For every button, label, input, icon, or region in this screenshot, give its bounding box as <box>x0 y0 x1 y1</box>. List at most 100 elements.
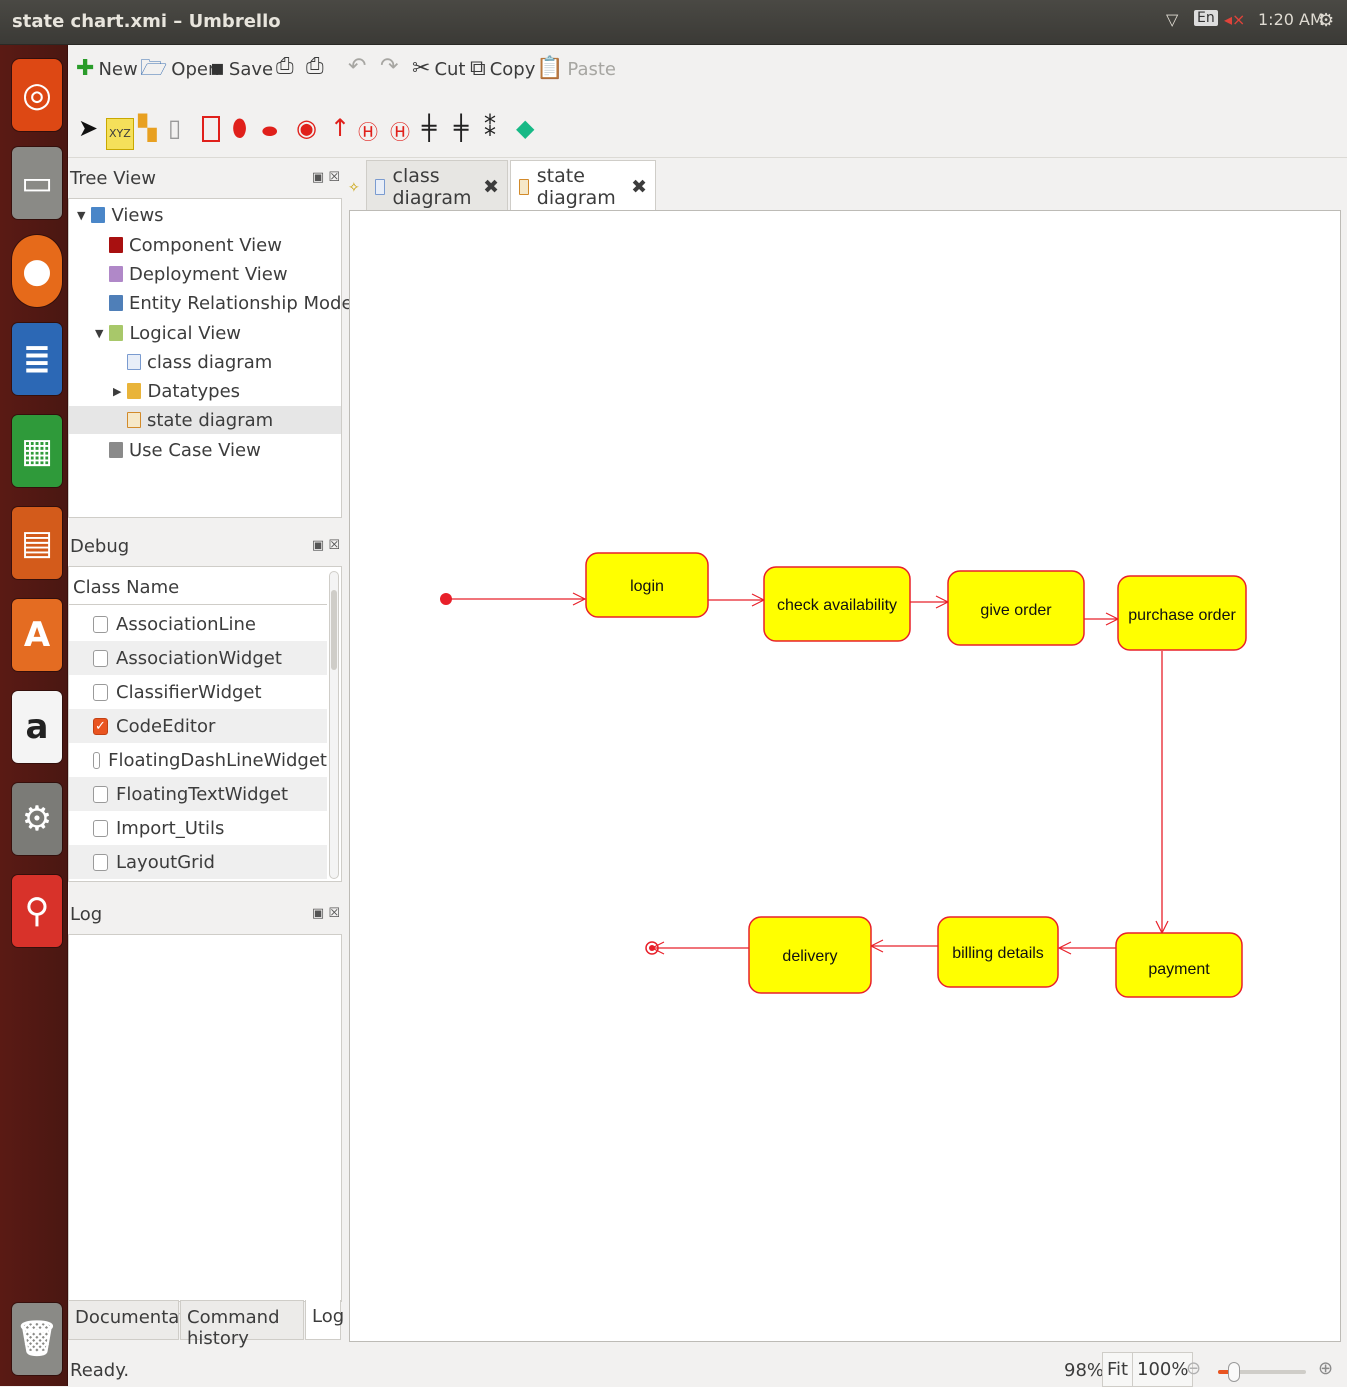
clock[interactable]: 1:20 AM <box>1258 10 1324 29</box>
deep-history-icon[interactable]: Ⓗ <box>358 118 378 146</box>
main-toolbar: ✚ New 🗁 Open ▪ Save ⎙ ⎙ ↶ ↷ ✂ Cut ⧉ Copy 📋 Pas… <box>68 45 1347 100</box>
fit-button[interactable]: Fit <box>1102 1352 1134 1387</box>
expand-arrow-icon[interactable]: ▼ <box>95 327 103 340</box>
state-diagram-svg[interactable]: login check availability give order purc… <box>350 211 1340 1341</box>
trash-icon[interactable]: 🗑 <box>12 1303 62 1375</box>
close-tab-icon[interactable]: ✖ <box>631 176 647 198</box>
network-icon[interactable]: ▽ <box>1166 10 1178 29</box>
tree-item-logical-view[interactable]: ▼ Logical View <box>95 319 241 347</box>
system-settings-icon[interactable]: ⚙ <box>12 783 62 855</box>
checkbox[interactable] <box>93 751 101 769</box>
initial-state-icon[interactable]: ⬮ <box>232 114 247 142</box>
calc-icon[interactable]: ▦ <box>12 415 62 487</box>
tree-item-label: Logical View <box>129 322 241 344</box>
anchor-icon[interactable]: ▚ <box>138 114 156 142</box>
checkbox[interactable] <box>93 853 108 871</box>
debug-scrollbar[interactable] <box>329 571 339 879</box>
diagram-canvas[interactable]: login check availability give order purc… <box>349 210 1341 1342</box>
paste-label: Paste <box>567 58 616 80</box>
zoom-out-icon[interactable]: ⊖ <box>1186 1358 1201 1379</box>
checkbox[interactable] <box>93 785 108 803</box>
zoom-100-button[interactable]: 100% <box>1132 1352 1194 1387</box>
join-icon[interactable]: ╪ <box>454 114 468 142</box>
dock-float-close-icon[interactable]: ▣ ☒ <box>312 170 340 185</box>
log-panel[interactable] <box>68 934 342 1302</box>
writer-icon[interactable]: ≣ <box>12 323 62 395</box>
scrollbar-thumb[interactable] <box>331 590 337 670</box>
shallow-history-icon[interactable]: Ⓗ <box>390 118 410 146</box>
debug-row[interactable]: AssociationWidget <box>69 641 327 675</box>
print-preview-icon[interactable]: ⎙ <box>306 55 324 79</box>
amazon-icon[interactable]: a <box>12 691 62 763</box>
class-name-column-header[interactable]: Class Name <box>69 567 327 605</box>
checkbox[interactable] <box>93 683 108 701</box>
collapse-arrow-icon[interactable]: ▶ <box>113 385 121 398</box>
checkbox[interactable] <box>93 615 108 633</box>
settings-gear-icon[interactable]: ⚙ <box>1318 10 1334 31</box>
state-icon[interactable]: ⬬ <box>262 118 277 146</box>
box-icon[interactable] <box>202 116 220 142</box>
tree-item-label: Entity Relationship Model <box>129 292 358 314</box>
tree-item-entity-relationship-model[interactable]: Entity Relationship Model <box>109 289 358 317</box>
impress-icon[interactable]: ▤ <box>12 507 62 579</box>
open-button[interactable]: 🗁 Open <box>140 57 219 81</box>
logical-folder-icon <box>109 325 124 341</box>
keyboard-indicator[interactable]: En <box>1194 10 1218 26</box>
firefox-icon[interactable]: ● <box>12 235 62 307</box>
undo-icon[interactable]: ↶ <box>348 55 366 79</box>
paste-button[interactable]: 📋 Paste <box>536 57 616 81</box>
cut-button[interactable]: ✂ Cut <box>412 57 465 81</box>
tab-command-history[interactable]: Command history <box>180 1300 304 1349</box>
tab-documentation[interactable]: Documentation <box>68 1300 214 1340</box>
dock-float-close-icon[interactable]: ▣ ☒ <box>312 538 340 553</box>
debug-row[interactable]: FloatingTextWidget <box>69 777 327 811</box>
redo-icon[interactable]: ↷ <box>380 55 398 79</box>
debug-row[interactable]: Import_Utils <box>69 811 327 845</box>
debug-row[interactable]: ✓ CodeEditor <box>69 709 327 743</box>
choice-diamond-icon[interactable]: ◆ <box>516 114 534 142</box>
files-icon[interactable]: ▭ <box>12 147 62 219</box>
new-tab-icon[interactable]: ✧ <box>348 180 360 196</box>
transition-arrow-icon[interactable]: ↑ <box>330 114 350 142</box>
tree-item-use-case-view[interactable]: Use Case View <box>109 436 261 464</box>
close-tab-icon[interactable]: ✖ <box>483 176 499 198</box>
junction-icon[interactable]: ⁑ <box>484 114 496 142</box>
volume-muted-icon[interactable]: ◂× <box>1224 10 1245 29</box>
tree-item-views[interactable]: ▼ Views <box>77 201 164 229</box>
debug-header: Debug ▣ ☒ <box>68 536 342 562</box>
save-button[interactable]: ▪ Save <box>210 57 273 81</box>
tab-class-diagram[interactable]: class diagram ✖ <box>366 160 508 212</box>
tab-state-diagram[interactable]: state diagram ✖ <box>510 160 656 212</box>
checkbox[interactable] <box>93 819 108 837</box>
zoom-slider-handle[interactable] <box>1228 1362 1240 1382</box>
fork-icon[interactable]: ╪ <box>422 114 436 142</box>
umbrello-icon[interactable]: ⚲ <box>12 875 62 947</box>
initial-state[interactable] <box>440 593 452 605</box>
select-arrow-icon[interactable]: ➤ <box>78 114 98 142</box>
debug-row[interactable]: AssociationLine <box>69 607 327 641</box>
debug-row[interactable]: FloatingDashLineWidget <box>69 743 327 777</box>
tree-item-deployment-view[interactable]: Deployment View <box>109 260 288 288</box>
tree-item-component-view[interactable]: Component View <box>109 231 282 259</box>
debug-row[interactable]: LayoutGrid <box>69 845 327 879</box>
debug-row[interactable]: ClassifierWidget <box>69 675 327 709</box>
tree-item-class-diagram[interactable]: class diagram <box>127 348 272 376</box>
copy-button[interactable]: ⧉ Copy <box>470 57 535 81</box>
log-title: Log <box>70 904 103 925</box>
note-xyz-icon[interactable]: XYZ <box>106 118 134 150</box>
checkbox[interactable] <box>93 649 108 667</box>
tab-log[interactable]: Log <box>305 1300 344 1340</box>
tree-item-datatypes[interactable]: ▶ Datatypes <box>113 377 240 405</box>
text-line-icon[interactable]: ▯ <box>168 114 181 142</box>
new-button[interactable]: ✚ New <box>76 57 138 81</box>
zoom-slider[interactable] <box>1218 1362 1306 1382</box>
end-state-icon[interactable]: ◉ <box>296 114 317 142</box>
checkbox-checked[interactable]: ✓ <box>93 717 108 735</box>
software-center-icon[interactable]: A <box>12 599 62 671</box>
dock-float-close-icon[interactable]: ▣ ☒ <box>312 906 340 921</box>
expand-arrow-icon[interactable]: ▼ <box>77 209 85 222</box>
ubuntu-dash-icon[interactable]: ◎ <box>12 59 62 131</box>
print-icon[interactable]: ⎙ <box>276 55 294 79</box>
tree-item-state-diagram[interactable]: state diagram <box>69 406 341 434</box>
zoom-in-icon[interactable]: ⊕ <box>1318 1358 1333 1379</box>
